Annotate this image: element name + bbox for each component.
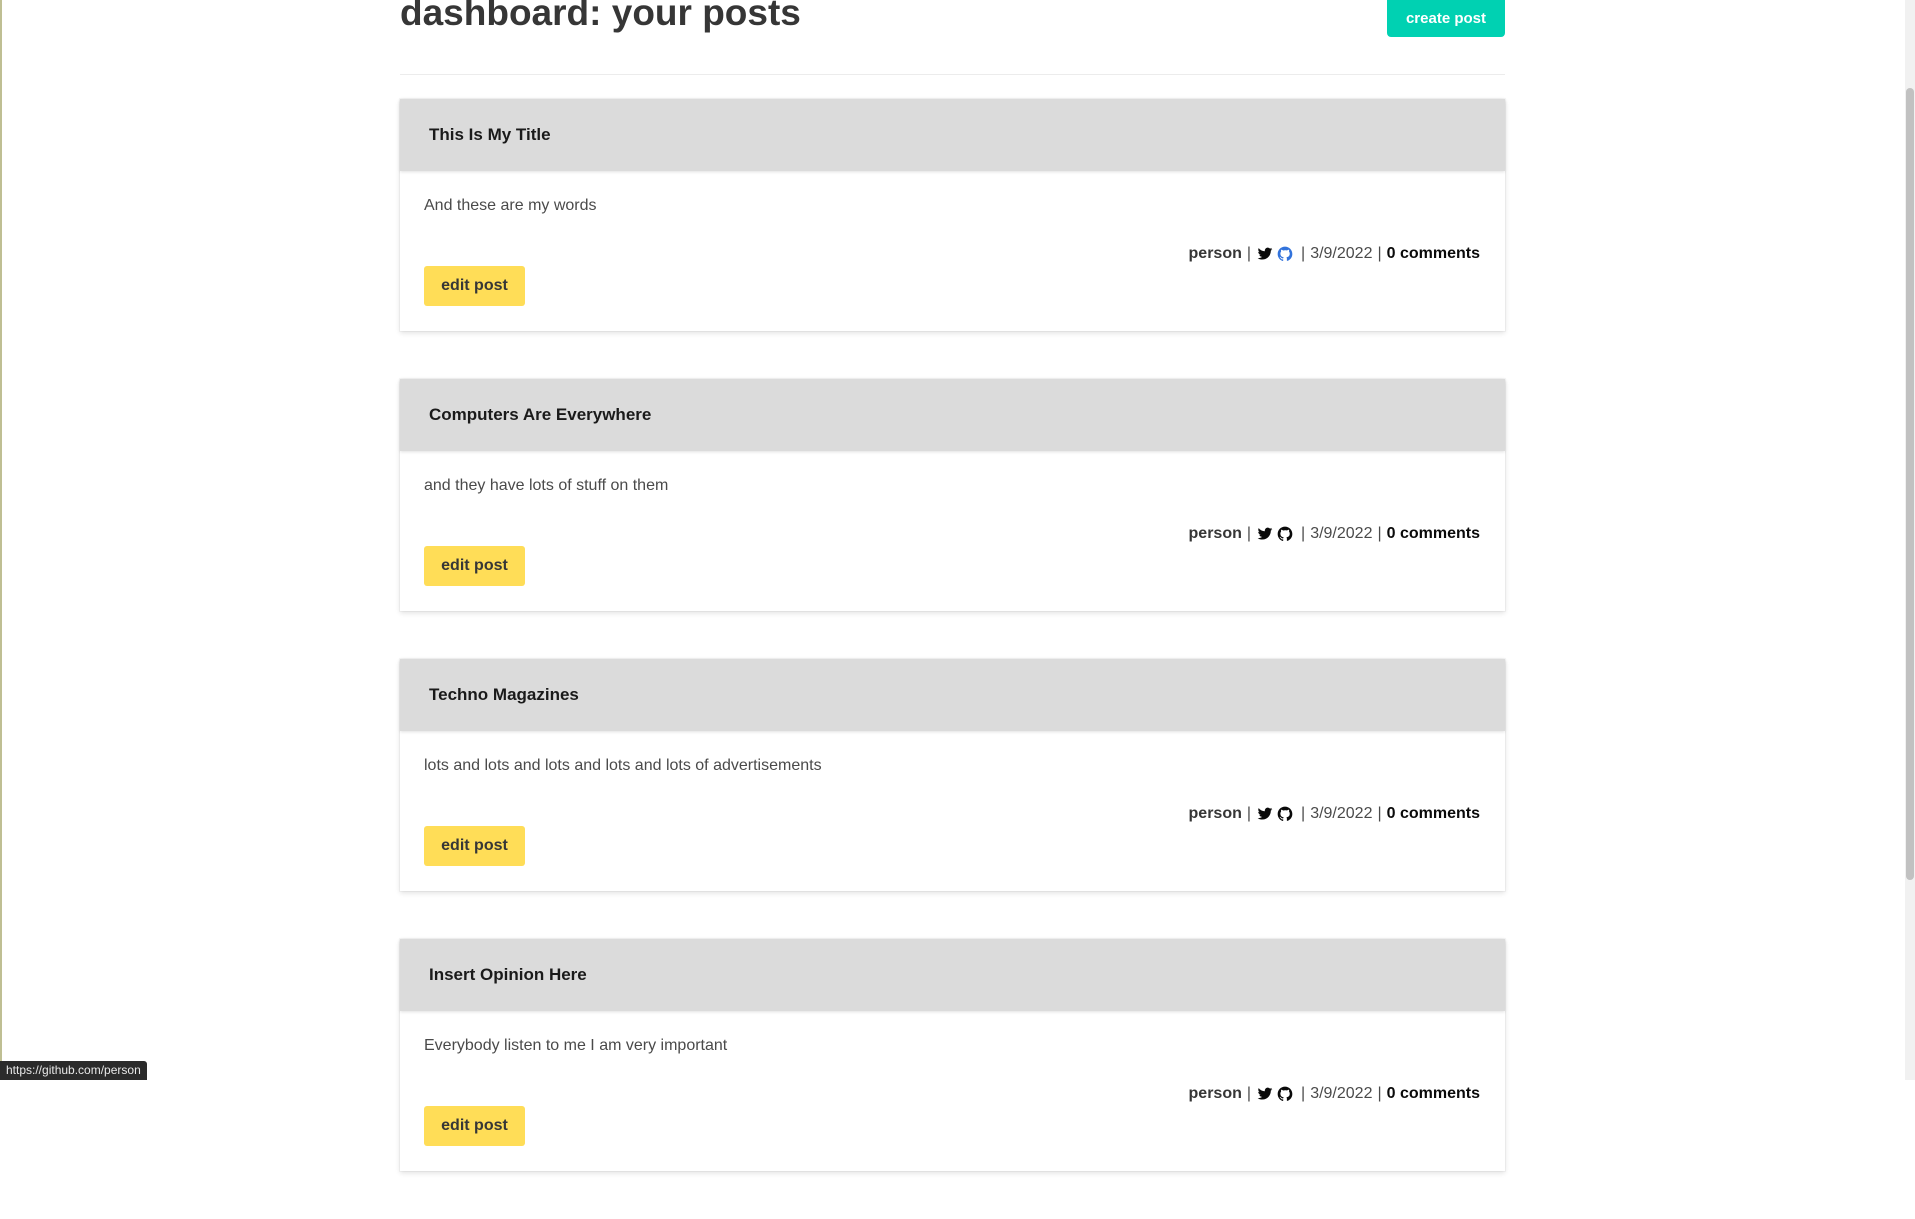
twitter-icon[interactable] <box>1256 526 1273 543</box>
scrollbar-track[interactable] <box>1905 0 1915 1080</box>
meta-separator: | <box>1301 245 1306 262</box>
dashboard-container: dashboard: your posts create post This I… <box>400 0 1505 1171</box>
github-icon[interactable] <box>1276 246 1293 263</box>
post-meta: person | | 3/9/2022 | 0 comments <box>1189 1085 1480 1103</box>
create-post-button[interactable]: create post <box>1387 0 1505 37</box>
meta-separator: | <box>1377 245 1382 262</box>
status-bar-url: https://github.com/person <box>0 1061 147 1080</box>
post-card-body: And these are my words person | | 3/9/20… <box>400 171 1505 331</box>
edit-post-button[interactable]: edit post <box>424 546 525 586</box>
post-date: 3/9/2022 <box>1310 245 1373 262</box>
window-edge <box>0 0 2 1080</box>
meta-separator: | <box>1377 525 1382 542</box>
twitter-icon[interactable] <box>1256 1086 1273 1103</box>
posts-list: This Is My Title And these are my words … <box>400 99 1505 1219</box>
github-icon[interactable] <box>1276 526 1293 543</box>
meta-separator: | <box>1301 805 1306 822</box>
meta-separator: | <box>1377 805 1382 822</box>
meta-separator: | <box>1246 1085 1252 1102</box>
post-meta: person | | 3/9/2022 | 0 comments <box>1189 245 1480 263</box>
post-card-body: Everybody listen to me I am very importa… <box>400 1011 1505 1171</box>
post-body-text: And these are my words <box>424 197 597 214</box>
twitter-icon[interactable] <box>1256 246 1273 263</box>
post-author[interactable]: person <box>1189 245 1242 263</box>
comments-link[interactable]: 0 comments <box>1387 805 1480 823</box>
post-card-header: Techno Magazines <box>400 659 1505 731</box>
post-meta: person | | 3/9/2022 | 0 comments <box>1189 805 1480 823</box>
post-card: Computers Are Everywhere and they have l… <box>400 379 1505 611</box>
meta-separator: | <box>1377 1085 1382 1102</box>
page-title: dashboard: your posts <box>400 0 801 33</box>
meta-separator: | <box>1301 1085 1306 1102</box>
post-card-header: Computers Are Everywhere <box>400 379 1505 451</box>
meta-separator: | <box>1246 525 1252 542</box>
post-author[interactable]: person <box>1189 1085 1242 1103</box>
github-icon[interactable] <box>1276 1086 1293 1103</box>
meta-separator: | <box>1246 245 1252 262</box>
post-title: This Is My Title <box>429 125 551 144</box>
comments-link[interactable]: 0 comments <box>1387 245 1480 263</box>
post-title: Techno Magazines <box>429 685 579 704</box>
edit-post-button[interactable]: edit post <box>424 826 525 866</box>
post-title: Insert Opinion Here <box>429 965 587 984</box>
post-card: Insert Opinion Here Everybody listen to … <box>400 939 1505 1171</box>
post-card: This Is My Title And these are my words … <box>400 99 1505 331</box>
dashboard-header: dashboard: your posts create post <box>400 0 1505 75</box>
edit-post-button[interactable]: edit post <box>424 266 525 306</box>
scrollbar-thumb[interactable] <box>1906 88 1914 880</box>
post-body-text: and they have lots of stuff on them <box>424 477 669 494</box>
post-date: 3/9/2022 <box>1310 805 1373 822</box>
post-card-body: and they have lots of stuff on them pers… <box>400 451 1505 611</box>
comments-link[interactable]: 0 comments <box>1387 525 1480 543</box>
post-card-header: This Is My Title <box>400 99 1505 171</box>
post-author[interactable]: person <box>1189 525 1242 543</box>
post-title: Computers Are Everywhere <box>429 405 652 424</box>
meta-separator: | <box>1246 805 1252 822</box>
post-body-text: Everybody listen to me I am very importa… <box>424 1037 728 1054</box>
twitter-icon[interactable] <box>1256 806 1273 823</box>
post-author[interactable]: person <box>1189 805 1242 823</box>
post-card: Techno Magazines lots and lots and lots … <box>400 659 1505 891</box>
post-body-text: lots and lots and lots and lots and lots… <box>424 757 822 774</box>
post-card-body: lots and lots and lots and lots and lots… <box>400 731 1505 891</box>
comments-link[interactable]: 0 comments <box>1387 1085 1480 1103</box>
edit-post-button[interactable]: edit post <box>424 1106 525 1146</box>
post-date: 3/9/2022 <box>1310 525 1373 542</box>
post-meta: person | | 3/9/2022 | 0 comments <box>1189 525 1480 543</box>
post-date: 3/9/2022 <box>1310 1085 1373 1102</box>
meta-separator: | <box>1301 525 1306 542</box>
post-card-header: Insert Opinion Here <box>400 939 1505 1011</box>
github-icon[interactable] <box>1276 806 1293 823</box>
